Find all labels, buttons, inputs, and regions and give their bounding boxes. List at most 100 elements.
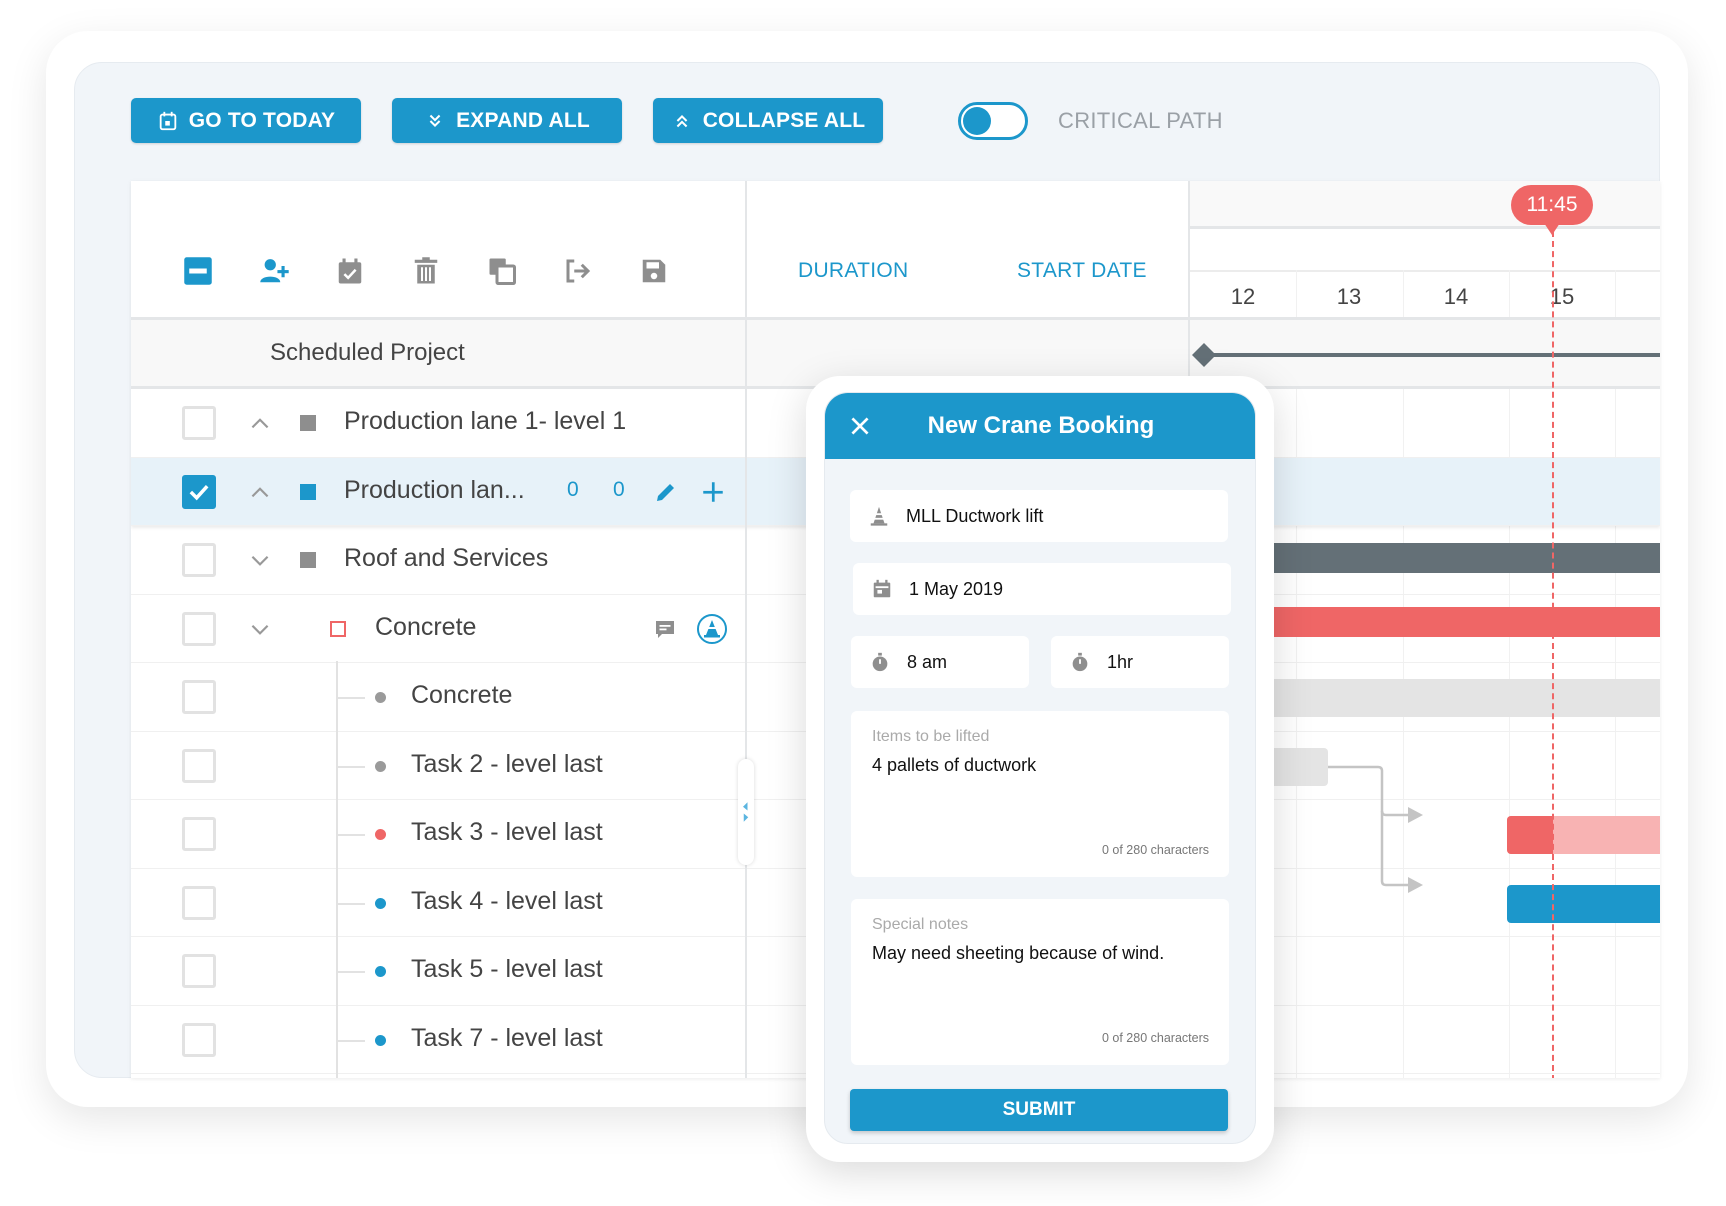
- collapse-select-icon: [184, 257, 212, 285]
- progress-fill: [1507, 816, 1553, 854]
- items-value: 4 pallets of ductwork: [872, 755, 1037, 775]
- critical-group-marker-icon: [330, 620, 346, 637]
- export-button[interactable]: [561, 254, 595, 288]
- row-checkbox[interactable]: [182, 748, 216, 783]
- copy-button[interactable]: [485, 254, 519, 288]
- activity-field[interactable]: MLL Ductwork lift: [850, 490, 1228, 542]
- group-marker-icon: [300, 483, 316, 500]
- row-checkbox[interactable]: [182, 611, 216, 646]
- current-time-badge: 11:45: [1511, 185, 1593, 235]
- expand-all-button[interactable]: EXPAND ALL: [392, 98, 622, 143]
- special-notes-textarea[interactable]: Special notes May need sheeting because …: [851, 899, 1229, 1065]
- submit-button[interactable]: SUBMIT: [850, 1089, 1228, 1131]
- day-label: 15: [1549, 284, 1575, 309]
- row-checkbox[interactable]: [182, 885, 216, 920]
- double-chevron-down-icon: [429, 114, 441, 127]
- column-header-start-date[interactable]: START DATE: [1017, 259, 1147, 283]
- chevron-up-icon[interactable]: [247, 410, 273, 436]
- task-status-dot: [375, 829, 386, 840]
- plus-icon[interactable]: [700, 479, 726, 505]
- tree-connector: [337, 697, 365, 699]
- modal-title: New Crane Booking: [927, 412, 1155, 439]
- row-checkbox[interactable]: [182, 543, 216, 577]
- split-arrows-icon: [743, 802, 749, 822]
- day-label: 14: [1443, 284, 1469, 309]
- crane-booking-icon[interactable]: [696, 613, 728, 645]
- row-checkbox[interactable]: [182, 680, 216, 714]
- date-field[interactable]: 1 May 2019: [853, 563, 1231, 615]
- milestone-diamond: [1192, 343, 1216, 367]
- task-name: Roof and Services: [344, 544, 549, 572]
- duration-field[interactable]: 1hr: [1051, 636, 1229, 688]
- day-label: 12: [1230, 284, 1256, 309]
- arrow-head: [1408, 877, 1423, 893]
- close-icon[interactable]: [847, 413, 873, 439]
- counter-a: 0: [567, 477, 579, 501]
- dependency-links: [1328, 765, 1423, 893]
- go-to-today-button[interactable]: GO TO TODAY: [131, 98, 361, 143]
- copy-icon: [489, 258, 516, 285]
- stopwatch-icon: [872, 652, 888, 672]
- collapse-all-button[interactable]: COLLAPSE ALL: [653, 98, 883, 143]
- task-status-dot: [375, 692, 386, 703]
- activity-value: MLL Ductwork lift: [906, 505, 1044, 526]
- column-divider: [745, 181, 747, 1078]
- row-checkbox[interactable]: [182, 406, 216, 440]
- chevron-down-icon[interactable]: [247, 547, 273, 573]
- add-user-icon: [260, 259, 289, 283]
- checkmark-icon: [189, 484, 209, 500]
- timeline-days-header: 12 13 14 15 1: [1190, 270, 1660, 318]
- arrow-head: [1408, 807, 1423, 823]
- row-checkbox[interactable]: [182, 474, 216, 509]
- task-name: Task 7 - level last: [411, 1023, 603, 1052]
- schedule-task-button[interactable]: [333, 254, 367, 288]
- project-name: Scheduled Project: [270, 339, 465, 366]
- task-bar[interactable]: [1507, 884, 1660, 923]
- stopwatch-icon: [1072, 652, 1088, 672]
- row-checkbox[interactable]: [182, 954, 216, 988]
- date-value: 1 May 2019: [909, 578, 1004, 599]
- task-name: Task 5 - level last: [411, 955, 603, 983]
- chevron-down-icon[interactable]: [247, 616, 273, 642]
- double-chevron-up-icon: [676, 114, 687, 127]
- splitter-handle[interactable]: [738, 759, 754, 865]
- items-char-count: 0 of 280 characters: [1101, 843, 1209, 857]
- task-status-dot: [375, 760, 386, 772]
- task-status-dot: [375, 1034, 386, 1046]
- notes-label: Special notes: [872, 916, 969, 933]
- row-checkbox[interactable]: [182, 1022, 216, 1057]
- tree-connector: [337, 1039, 365, 1042]
- select-all-collapse-button[interactable]: [181, 254, 215, 288]
- comment-icon[interactable]: [653, 618, 677, 642]
- time-value: 8 am: [907, 651, 948, 672]
- critical-task-bar[interactable]: [1507, 816, 1660, 854]
- items-to-lift-textarea[interactable]: Items to be lifted 4 pallets of ductwork…: [851, 711, 1229, 877]
- group-marker-icon: [300, 552, 316, 568]
- items-label: Items to be lifted: [872, 728, 990, 745]
- tree-connector: [337, 971, 365, 973]
- task-status-dot: [375, 897, 386, 909]
- critical-path-toggle[interactable]: [958, 102, 1028, 140]
- group-marker-icon: [300, 415, 316, 431]
- traffic-cone-icon: [870, 506, 888, 526]
- current-time-line: [1552, 231, 1554, 1078]
- toggle-knob: [963, 107, 991, 135]
- task-status-dot: [375, 966, 386, 977]
- task-name: Production lan...: [344, 475, 525, 504]
- save-button[interactable]: [637, 254, 671, 288]
- pencil-icon[interactable]: [654, 480, 678, 504]
- day-label: 1: [1615, 284, 1660, 310]
- add-user-button[interactable]: [257, 254, 291, 288]
- counter-b: 0: [613, 477, 625, 501]
- duration-value: 1hr: [1107, 651, 1134, 672]
- row-checkbox[interactable]: [182, 817, 216, 851]
- crane-booking-modal: New Crane Booking MLL Ductwork lift 1 Ma…: [806, 376, 1274, 1162]
- trash-icon: [414, 257, 438, 284]
- time-field[interactable]: 8 am: [851, 636, 1029, 688]
- modal-body: New Crane Booking MLL Ductwork lift 1 Ma…: [824, 392, 1256, 1144]
- tree-vertical-line: [336, 661, 338, 1078]
- chevron-up-icon[interactable]: [247, 479, 273, 505]
- calendar-icon: [159, 111, 176, 130]
- delete-button[interactable]: [409, 254, 443, 288]
- column-header-duration[interactable]: DURATION: [798, 259, 909, 283]
